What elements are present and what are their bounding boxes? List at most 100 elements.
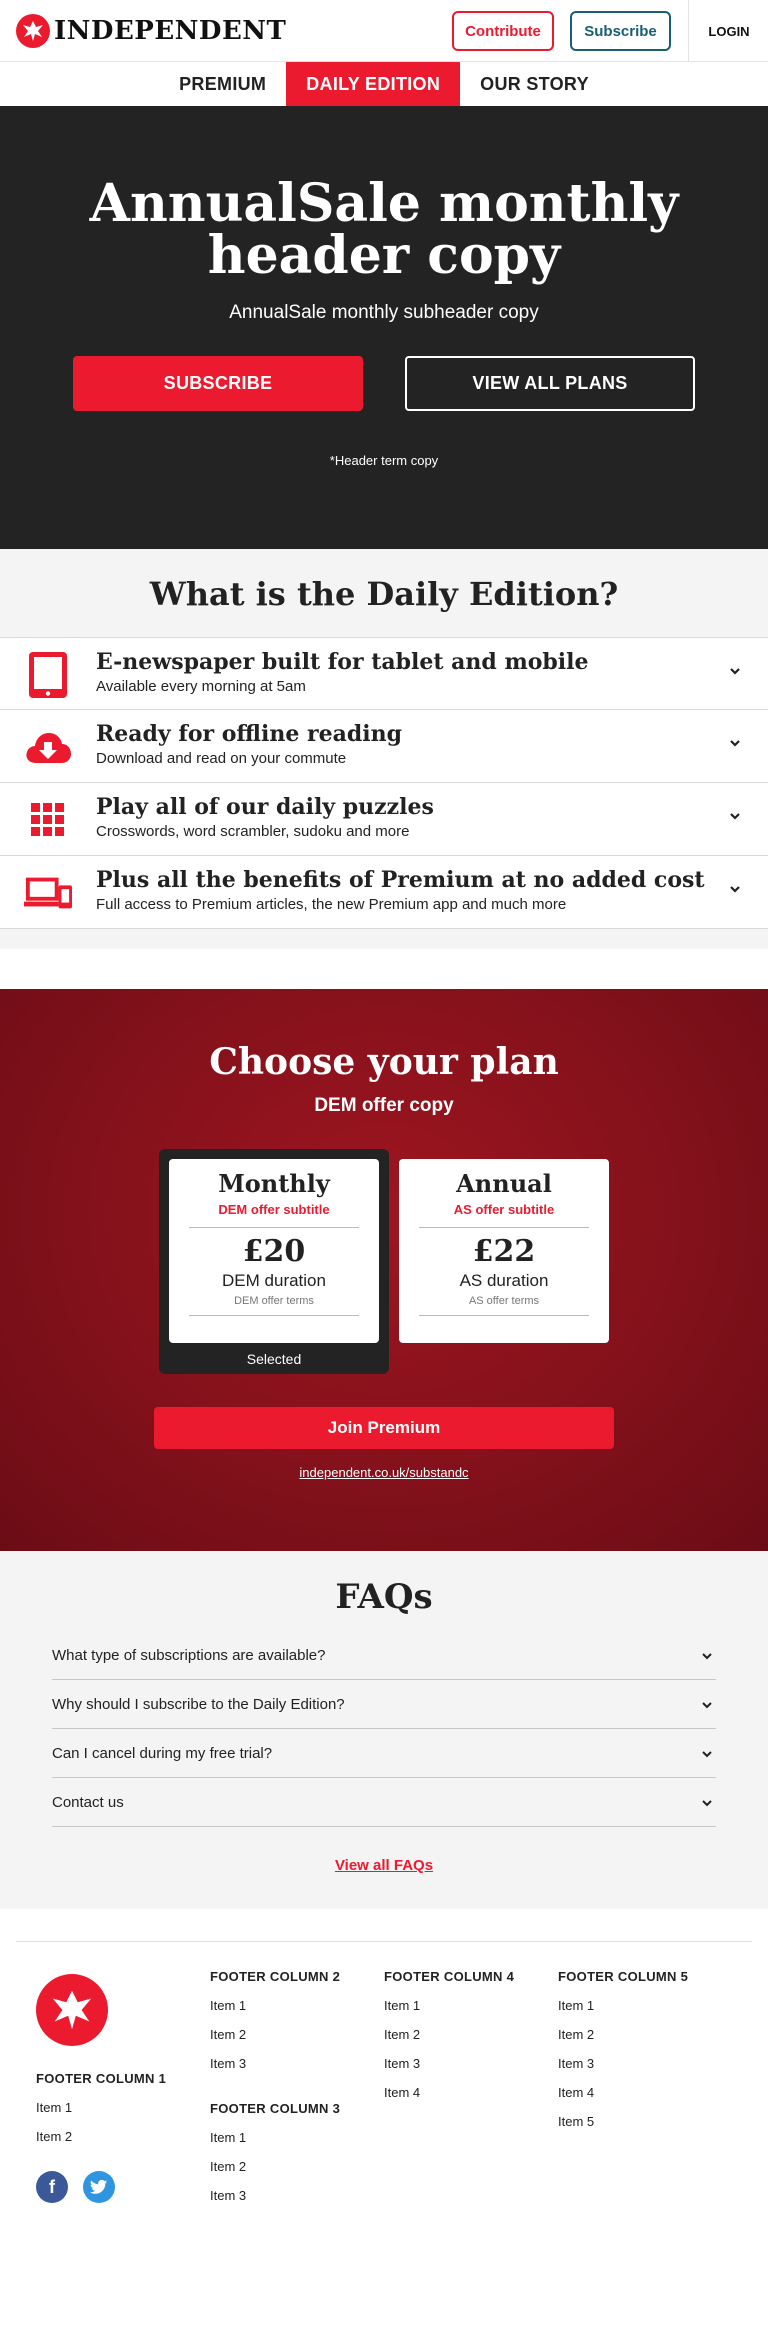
feature-item[interactable]: Play all of our daily puzzles Crosswords… — [0, 783, 768, 856]
footer-link[interactable]: Item 4 — [558, 2085, 688, 2114]
terms-link[interactable]: independent.co.uk/substandc — [0, 1465, 768, 1480]
feature-item[interactable]: Ready for offline reading Download and r… — [0, 710, 768, 783]
plan-divider — [189, 1227, 359, 1228]
footer-divider — [16, 1941, 752, 1942]
plan-card-annual[interactable]: Annual AS offer subtitle £22 AS duration… — [399, 1149, 609, 1374]
chevron-down-icon — [730, 740, 740, 747]
footer-link[interactable]: Item 3 — [558, 2056, 688, 2085]
footer-column-title: FOOTER COLUMN 1 — [36, 2071, 167, 2086]
footer-link[interactable]: Item 5 — [558, 2114, 688, 2143]
feature-title: E-newspaper built for tablet and mobile — [96, 649, 589, 675]
faq-question: Why should I subscribe to the Daily Edit… — [52, 1695, 345, 1713]
view-all-plans-button[interactable]: VIEW ALL PLANS — [405, 356, 695, 411]
faq-question: Contact us — [52, 1793, 124, 1811]
facebook-icon[interactable]: f — [36, 2171, 68, 2203]
plan-terms: DEM offer terms — [234, 1295, 314, 1307]
join-premium-button[interactable]: Join Premium — [154, 1407, 614, 1449]
site-footer: FOOTER COLUMN 1 Item 1 Item 2 f FOOTER C… — [0, 1909, 768, 2330]
tab-daily-edition[interactable]: DAILY EDITION — [286, 62, 461, 106]
footer-link[interactable]: Item 1 — [210, 1998, 340, 2027]
plan-name: Monthly — [218, 1169, 330, 1198]
logo-wordmark: INDEPENDENT — [54, 16, 287, 46]
login-link[interactable]: LOGIN — [690, 0, 768, 62]
chevron-down-icon — [730, 668, 740, 675]
hero-subtitle: AnnualSale monthly subheader copy — [229, 302, 539, 323]
tab-premium[interactable]: PREMIUM — [159, 62, 286, 106]
faqs-title: FAQs — [335, 1577, 433, 1617]
chevron-down-icon — [702, 1702, 712, 1709]
footer-column-title: FOOTER COLUMN 4 — [384, 1969, 515, 1984]
footer-link[interactable]: Item 1 — [210, 2130, 340, 2159]
feature-title: Ready for offline reading — [96, 721, 402, 747]
footer-link[interactable]: Item 2 — [210, 2027, 340, 2056]
feature-desc: Full access to Premium articles, the new… — [96, 896, 567, 913]
plans-offer-copy: DEM offer copy — [314, 1095, 454, 1116]
faq-item[interactable]: Contact us — [52, 1778, 716, 1827]
section-tabs: PREMIUM DAILY EDITION OUR STORY — [0, 62, 768, 106]
footer-link[interactable]: Item 2 — [210, 2159, 340, 2188]
footer-column-5: FOOTER COLUMN 5 Item 1 Item 2 Item 3 Ite… — [558, 1969, 688, 2143]
feature-title: Play all of our daily puzzles — [96, 794, 434, 820]
plan-terms: AS offer terms — [468, 1295, 540, 1307]
feature-item[interactable]: Plus all the benefits of Premium at no a… — [0, 856, 768, 929]
hero-title: AnnualSale monthly header copy — [89, 173, 679, 286]
social-links: f — [36, 2171, 115, 2203]
plan-divider — [419, 1227, 589, 1228]
header-divider — [688, 0, 689, 62]
footer-column-title: FOOTER COLUMN 5 — [558, 1969, 689, 1984]
tablet-icon — [24, 652, 72, 698]
plan-subtitle: AS offer subtitle — [453, 1202, 555, 1217]
plan-card-monthly[interactable]: Monthly DEM offer subtitle £20 DEM durat… — [159, 1149, 389, 1374]
chevron-down-icon — [730, 886, 740, 893]
faq-item[interactable]: Can I cancel during my free trial? — [52, 1729, 716, 1778]
footer-link[interactable]: Item 1 — [558, 1998, 688, 2027]
plan-subtitle: DEM offer subtitle — [218, 1202, 330, 1217]
feature-item[interactable]: E-newspaper built for tablet and mobile … — [0, 637, 768, 710]
feature-desc: Crosswords, word scrambler, sudoku and m… — [96, 823, 410, 840]
plan-divider — [189, 1315, 359, 1316]
faq-question: Can I cancel during my free trial? — [52, 1744, 273, 1762]
contribute-button[interactable]: Contribute — [452, 11, 554, 51]
footer-column-2: FOOTER COLUMN 2 Item 1 Item 2 Item 3 — [210, 1969, 340, 2085]
footer-link[interactable]: Item 1 — [36, 2100, 166, 2129]
faq-item[interactable]: Why should I subscribe to the Daily Edit… — [52, 1680, 716, 1729]
footer-eagle-logo[interactable] — [36, 1974, 108, 2046]
eagle-icon — [16, 14, 50, 48]
chevron-down-icon — [702, 1653, 712, 1660]
footer-column-title: FOOTER COLUMN 2 — [210, 1969, 341, 1984]
footer-link[interactable]: Item 3 — [210, 2056, 340, 2085]
choose-plan-section: Choose your plan DEM offer copy Monthly … — [0, 989, 768, 1551]
feature-desc: Download and read on your commute — [96, 750, 347, 767]
footer-link[interactable]: Item 3 — [384, 2056, 514, 2085]
footer-column-3: FOOTER COLUMN 3 Item 1 Item 2 Item 3 — [210, 2101, 340, 2217]
faq-question: What type of subscriptions are available… — [52, 1646, 326, 1664]
cloud-download-icon — [24, 724, 72, 770]
plan-price: £22 — [472, 1234, 536, 1269]
footer-link[interactable]: Item 2 — [36, 2129, 166, 2158]
footer-link[interactable]: Item 2 — [558, 2027, 688, 2056]
plan-name: Annual — [456, 1169, 552, 1198]
site-logo[interactable]: INDEPENDENT — [16, 14, 286, 48]
selected-label: Selected — [246, 1351, 302, 1367]
what-is-title: What is the Daily Edition? — [149, 575, 619, 613]
section-spacer — [0, 949, 768, 989]
footer-link[interactable]: Item 4 — [384, 2085, 514, 2114]
subscribe-button[interactable]: Subscribe — [570, 11, 671, 51]
faqs-section: FAQs What type of subscriptions are avai… — [0, 1551, 768, 1909]
footer-column-4: FOOTER COLUMN 4 Item 1 Item 2 Item 3 Ite… — [384, 1969, 514, 2114]
twitter-icon[interactable] — [83, 2171, 115, 2203]
hero-subscribe-button[interactable]: SUBSCRIBE — [73, 356, 363, 411]
footer-link[interactable]: Item 3 — [210, 2188, 340, 2217]
footer-link[interactable]: Item 1 — [384, 1998, 514, 2027]
tab-our-story[interactable]: OUR STORY — [460, 62, 609, 106]
view-all-faqs-link[interactable]: View all FAQs — [0, 1857, 768, 1874]
plan-duration: DEM duration — [222, 1271, 326, 1290]
chevron-down-icon — [702, 1800, 712, 1807]
devices-icon — [24, 870, 72, 916]
footer-column-title: FOOTER COLUMN 3 — [210, 2101, 341, 2116]
feature-desc: Available every morning at 5am — [96, 678, 306, 695]
footer-link[interactable]: Item 2 — [384, 2027, 514, 2056]
footer-column-1: FOOTER COLUMN 1 Item 1 Item 2 — [36, 2071, 166, 2158]
plan-divider — [419, 1315, 589, 1316]
faq-item[interactable]: What type of subscriptions are available… — [52, 1631, 716, 1680]
